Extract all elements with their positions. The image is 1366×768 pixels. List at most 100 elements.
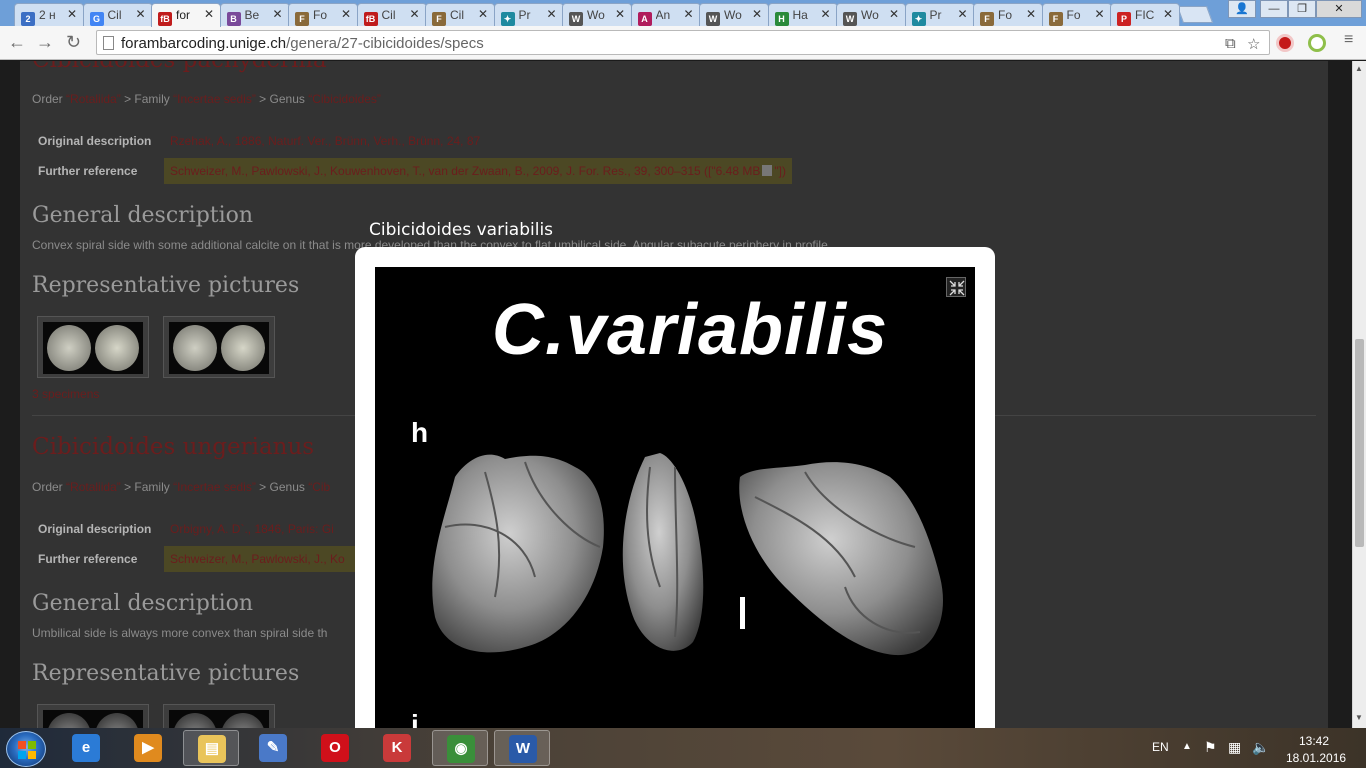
scrollbar-thumb[interactable] xyxy=(1355,339,1364,547)
clock-date[interactable]: 18.01.2016 xyxy=(1286,751,1346,765)
browser-tab[interactable]: W Wo ✕ xyxy=(699,3,769,26)
extension-red-icon[interactable] xyxy=(1276,34,1294,52)
taskbar-app-word[interactable]: W xyxy=(494,730,550,766)
genus-link[interactable]: “Cib xyxy=(308,480,330,494)
order-link[interactable]: “Rotaliida” xyxy=(66,92,121,106)
new-tab-button[interactable] xyxy=(1176,6,1214,23)
tab-favicon-icon: B xyxy=(226,12,241,26)
taxonomy-breadcrumb: Order “Rotaliida” > Family “Incertae sed… xyxy=(32,480,331,494)
taskbar-app-app-red[interactable]: K xyxy=(369,730,425,766)
back-icon[interactable]: ← xyxy=(8,32,26,53)
family-link[interactable]: “Incertae sedis” xyxy=(173,480,256,494)
browser-tab[interactable]: 2 2 н ✕ xyxy=(14,3,84,26)
browser-tab[interactable]: F Fo ✕ xyxy=(288,3,358,26)
collapse-arrows-icon[interactable] xyxy=(946,277,966,297)
specimen-thumbnail[interactable] xyxy=(163,316,275,378)
scroll-down-icon[interactable]: ▼ xyxy=(1355,713,1363,722)
tab-close-icon[interactable]: ✕ xyxy=(889,7,899,21)
browser-tab[interactable]: H Ha ✕ xyxy=(767,3,838,26)
browser-tab[interactable]: fB Cil ✕ xyxy=(356,3,427,26)
tab-label: Ha xyxy=(792,8,808,22)
family-link[interactable]: “Incertae sedis” xyxy=(173,92,256,106)
order-link[interactable]: “Rotaliida” xyxy=(66,480,121,494)
tab-close-icon[interactable]: ✕ xyxy=(752,7,762,21)
browser-tab[interactable]: G Cil ✕ xyxy=(82,3,153,26)
tab-close-icon[interactable]: ✕ xyxy=(409,7,419,21)
minimize-button[interactable]: — xyxy=(1260,0,1288,18)
specimens-link[interactable]: 3 specimens xyxy=(32,387,99,401)
tab-close-icon[interactable]: ✕ xyxy=(204,7,214,21)
window-close-button[interactable]: ✕ xyxy=(1316,0,1362,18)
clock-time[interactable]: 13:42 xyxy=(1299,734,1329,748)
language-indicator[interactable]: EN xyxy=(1152,740,1169,754)
specimen-thumbnail[interactable] xyxy=(163,704,275,728)
further-reference-link[interactable]: Schweizer, M., Pawlowski, J., Ko xyxy=(164,546,364,572)
tab-close-icon[interactable]: ✕ xyxy=(478,7,488,21)
tab-close-icon[interactable]: ✕ xyxy=(1163,7,1173,21)
specimen-thumbnail[interactable] xyxy=(37,704,149,728)
tab-close-icon[interactable]: ✕ xyxy=(546,7,556,21)
volume-icon[interactable]: 🔈 xyxy=(1252,739,1269,756)
taskbar-app-tool[interactable]: ✎ xyxy=(245,730,301,766)
browser-tab[interactable]: P FIC ✕ xyxy=(1110,3,1180,26)
translate-icon[interactable]: ⧉ xyxy=(1225,35,1236,52)
tab-label: Cil xyxy=(107,8,122,22)
original-description-row: Original description Rzehak, A., 1886, N… xyxy=(32,126,852,156)
tab-close-icon[interactable]: ✕ xyxy=(341,7,351,21)
further-reference-row: Further reference Schweizer, M., Pawlows… xyxy=(32,156,852,186)
browser-tab[interactable]: fB for ✕ xyxy=(151,3,221,27)
tab-close-icon[interactable]: ✕ xyxy=(957,7,967,21)
further-reference-link[interactable]: Schweizer, M., Pawlowski, J., Kouwenhove… xyxy=(164,158,792,184)
tab-close-icon[interactable]: ✕ xyxy=(67,7,77,21)
chrome-menu-icon[interactable]: ≡ xyxy=(1344,31,1353,49)
original-description-link[interactable]: Rzehak, A., 1886, Naturf. Ver., Brünn, V… xyxy=(164,128,486,154)
species-title: Cibicidoides ungerianus xyxy=(32,434,315,460)
start-button[interactable] xyxy=(6,731,46,767)
taskbar-app-chrome[interactable]: ◉ xyxy=(432,730,488,766)
original-description-link[interactable]: Orbigny, A. D`., 1846, Paris: Gi xyxy=(164,516,340,542)
tab-favicon-icon: F xyxy=(432,12,446,26)
action-center-icon[interactable]: ⚑ xyxy=(1204,739,1217,756)
browser-tab[interactable]: F Fo ✕ xyxy=(973,3,1043,26)
scroll-up-icon[interactable]: ▲ xyxy=(1355,64,1363,73)
tab-label: Wo xyxy=(724,8,742,22)
browser-tab[interactable]: A An ✕ xyxy=(630,3,701,26)
taskbar-app-ie[interactable]: e xyxy=(58,730,114,766)
extension-media-icon[interactable] xyxy=(1308,34,1326,52)
browser-tab[interactable]: W Wo ✕ xyxy=(562,3,632,26)
tab-label: Fo xyxy=(1066,8,1081,22)
tab-close-icon[interactable]: ✕ xyxy=(135,7,145,21)
specimen-thumbnail[interactable] xyxy=(37,316,149,378)
species-title: Cibicidoides pachyderma xyxy=(32,61,327,73)
ie-icon: e xyxy=(72,734,100,762)
tab-favicon-icon: W xyxy=(569,12,583,26)
tray-expand-icon[interactable]: ▲ xyxy=(1182,741,1192,752)
browser-tab[interactable]: ✦ Pr ✕ xyxy=(904,3,975,26)
genus-link[interactable]: “Cibicidoides” xyxy=(308,92,381,106)
browser-tab[interactable]: F Fo ✕ xyxy=(1041,3,1112,26)
tab-close-icon[interactable]: ✕ xyxy=(272,7,282,21)
taskbar-app-explorer[interactable]: ▤ xyxy=(183,730,239,766)
tab-close-icon[interactable]: ✕ xyxy=(683,7,693,21)
tab-close-icon[interactable]: ✕ xyxy=(615,7,625,21)
taskbar-app-media-player[interactable]: ▶ xyxy=(120,730,176,766)
profile-button[interactable]: 👤 xyxy=(1228,0,1256,18)
reload-icon[interactable]: ↻ xyxy=(66,32,81,53)
taskbar-app-opera[interactable]: O xyxy=(307,730,363,766)
bookmark-star-icon[interactable]: ☆ xyxy=(1247,35,1260,53)
browser-tab[interactable]: W Wo ✕ xyxy=(836,3,906,26)
tab-close-icon[interactable]: ✕ xyxy=(820,7,830,21)
tab-close-icon[interactable]: ✕ xyxy=(1094,7,1104,21)
browser-tab[interactable]: B Be ✕ xyxy=(219,3,290,26)
general-description-text: Umbilical side is always more convex tha… xyxy=(32,626,328,640)
forward-icon[interactable]: → xyxy=(36,32,54,53)
tab-favicon-icon: ✦ xyxy=(911,12,926,26)
taxonomy-breadcrumb: Order “Rotaliida” > Family “Incertae sed… xyxy=(32,92,381,106)
browser-tab[interactable]: ✦ Pr ✕ xyxy=(493,3,564,26)
maximize-button[interactable]: ❐ xyxy=(1288,0,1316,18)
address-bar[interactable]: forambarcoding.unige.ch/genera/27-cibici… xyxy=(96,30,1270,55)
page-scrollbar[interactable]: ▲ ▼ xyxy=(1352,61,1366,728)
browser-tab[interactable]: F Cil ✕ xyxy=(425,3,495,26)
network-icon[interactable]: ▦ xyxy=(1228,739,1241,756)
tab-close-icon[interactable]: ✕ xyxy=(1026,7,1036,21)
